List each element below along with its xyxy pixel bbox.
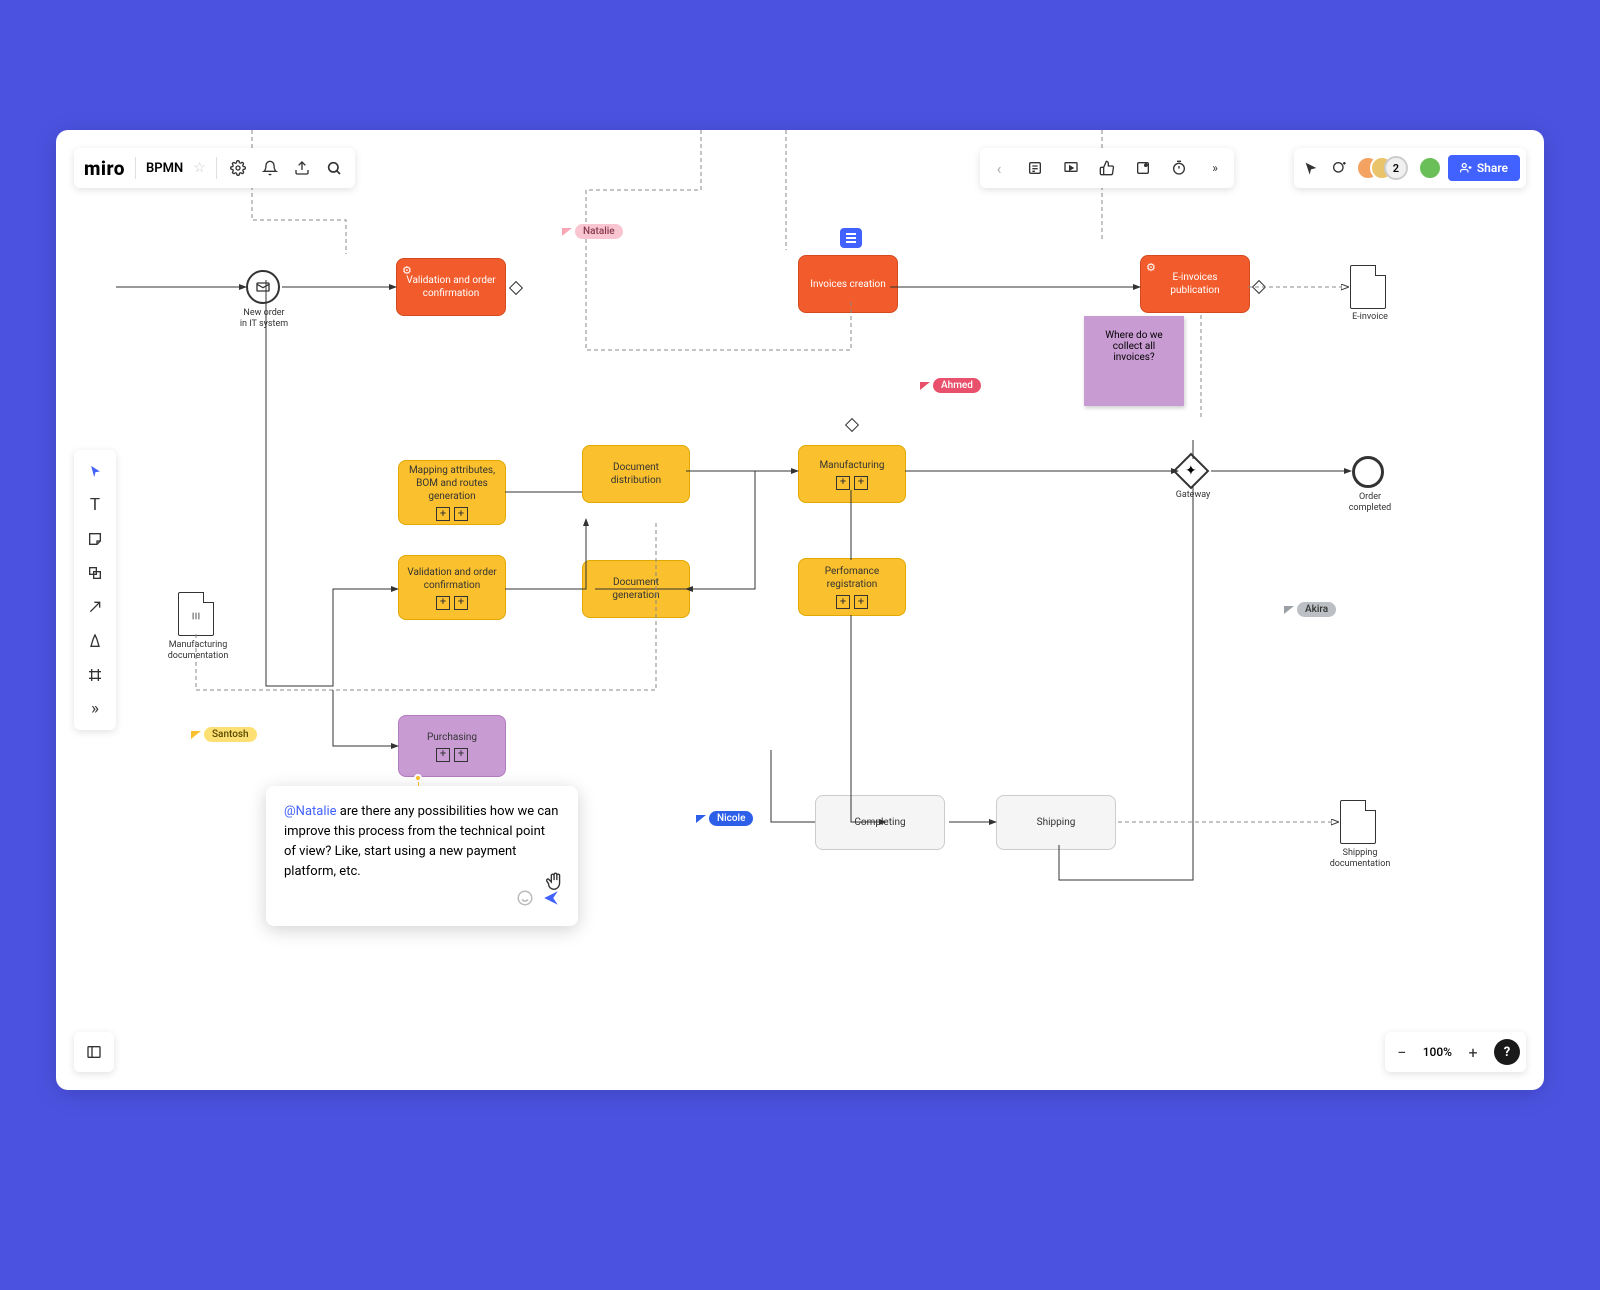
topbar-right: 2 Share (1294, 148, 1526, 188)
app-frame: miro BPMN ☆ ‹ » 2 (56, 130, 1544, 1090)
frame-tool[interactable] (80, 660, 110, 690)
bell-icon[interactable] (259, 157, 281, 179)
thumbs-up-icon[interactable] (1096, 157, 1118, 179)
present-icon[interactable] (1060, 157, 1082, 179)
hand-cursor-icon (544, 870, 566, 896)
divider (135, 157, 136, 179)
cursor-nicole: Nicole (696, 811, 753, 826)
settings-icon[interactable] (227, 157, 249, 179)
cursor-akira: Akira (1284, 602, 1336, 617)
divider (216, 157, 217, 179)
share-label: Share (1477, 161, 1508, 175)
comment-anchor[interactable] (414, 774, 422, 782)
zoom-in-button[interactable]: + (1462, 1041, 1484, 1063)
chevron-left-icon[interactable]: ‹ (988, 157, 1010, 179)
comment-box[interactable]: @Natalie are there any possibilities how… (266, 786, 578, 926)
timer-icon[interactable] (1168, 157, 1190, 179)
pointer-mode-icon[interactable] (1300, 157, 1322, 179)
shape-tool[interactable] (80, 558, 110, 588)
current-user-avatar[interactable] (1418, 156, 1442, 180)
star-icon[interactable]: ☆ (193, 160, 206, 176)
sticky-note[interactable]: Where do we collect all invoices? (1084, 316, 1184, 406)
zoom-level[interactable]: 100% (1423, 1045, 1452, 1059)
sticky-tool[interactable] (80, 524, 110, 554)
left-toolbar: T » (74, 450, 116, 730)
share-button[interactable]: Share (1448, 155, 1520, 181)
cursor-santosh: Santosh (191, 727, 257, 742)
note-icon[interactable] (1024, 157, 1046, 179)
zoom-bar: − 100% + ? (1385, 1032, 1526, 1072)
logo[interactable]: miro (84, 157, 125, 180)
reactions-icon[interactable] (1328, 157, 1350, 179)
board-name[interactable]: BPMN (146, 161, 183, 176)
zoom-out-button[interactable]: − (1391, 1041, 1413, 1063)
canvas[interactable]: New order in IT system ⚙ Validation and … (56, 130, 1544, 1090)
pen-tool[interactable] (80, 626, 110, 656)
comment-icon[interactable] (1132, 157, 1154, 179)
select-tool[interactable] (80, 456, 110, 486)
text-tool[interactable]: T (80, 490, 110, 520)
topbar-left: miro BPMN ☆ (74, 148, 355, 188)
arrow-tool[interactable] (80, 592, 110, 622)
presence-avatars[interactable]: 2 (1356, 156, 1408, 180)
emoji-icon[interactable] (516, 889, 534, 914)
export-icon[interactable] (291, 157, 313, 179)
cursor-natalie: Natalie (562, 224, 623, 239)
comment-indicator-icon[interactable] (840, 228, 862, 248)
comment-mention[interactable]: @Natalie (284, 804, 337, 819)
avatar-overflow[interactable]: 2 (1384, 156, 1408, 180)
more-tools[interactable]: » (80, 694, 110, 724)
search-icon[interactable] (323, 157, 345, 179)
panel-toggle-icon[interactable] (74, 1032, 114, 1072)
cursor-ahmed: Ahmed (920, 378, 981, 393)
topbar-mid: ‹ » (980, 148, 1234, 188)
help-button[interactable]: ? (1494, 1039, 1520, 1065)
more-icon[interactable]: » (1204, 157, 1226, 179)
